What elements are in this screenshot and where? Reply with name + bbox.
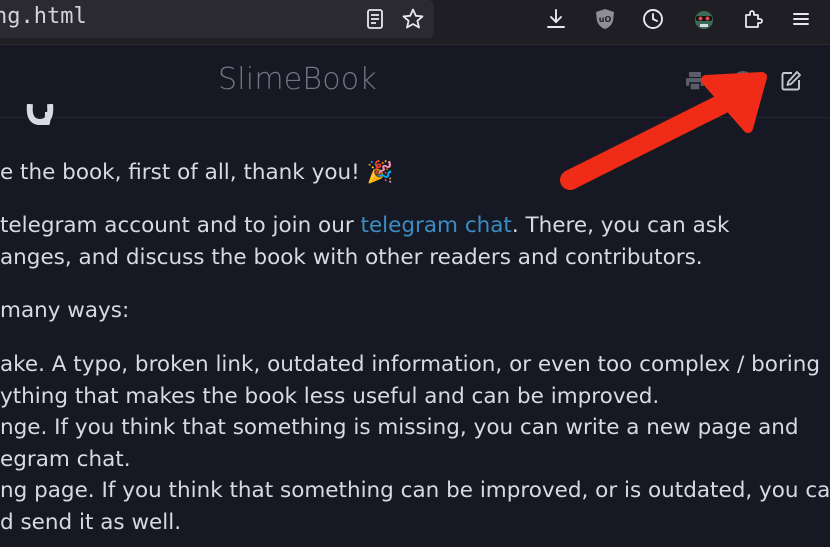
github-icon[interactable] bbox=[731, 69, 755, 93]
list-item-improve-cont: d send it as well. bbox=[0, 510, 182, 535]
list-item-mistake-cont: ything that makes the book less useful a… bbox=[0, 384, 660, 409]
reader-view-icon[interactable] bbox=[363, 7, 387, 31]
print-icon[interactable] bbox=[683, 69, 707, 93]
page-heading-fragment bbox=[0, 95, 80, 125]
text-fragment: . There, you can ask bbox=[511, 213, 730, 238]
extensions-puzzle-icon[interactable] bbox=[741, 7, 765, 31]
list-item-new-page: nge. If you think that something is miss… bbox=[0, 415, 799, 440]
book-title: SlimeBook bbox=[218, 62, 377, 97]
url-bar[interactable]: ng.html bbox=[0, 0, 434, 38]
paragraph-telegram: telegram account and to join our telegra… bbox=[0, 210, 729, 241]
list-item-new-page-cont: egram chat. bbox=[0, 447, 131, 472]
download-icon[interactable] bbox=[544, 7, 568, 31]
paragraph-ways: many ways: bbox=[0, 298, 130, 323]
list-item-improve: ng page. If you think that something can… bbox=[0, 478, 830, 503]
edit-icon[interactable] bbox=[779, 69, 803, 93]
history-clock-icon[interactable] bbox=[641, 7, 665, 31]
extension-avatar-icon[interactable] bbox=[692, 7, 716, 31]
telegram-chat-link[interactable]: telegram chat bbox=[361, 213, 512, 238]
ublock-icon[interactable]: uO bbox=[593, 7, 617, 31]
bookmark-star-icon[interactable] bbox=[401, 7, 425, 31]
browser-toolbar: ng.html uO bbox=[0, 0, 830, 45]
text-fragment: telegram account and to join our bbox=[0, 213, 361, 238]
menu-hamburger-icon[interactable] bbox=[789, 7, 813, 31]
list-item-mistake: ake. A typo, broken link, outdated infor… bbox=[0, 352, 821, 377]
url-text[interactable]: ng.html bbox=[0, 4, 87, 29]
svg-text:uO: uO bbox=[599, 15, 612, 24]
paragraph-thanks: e the book, first of all, thank you! 🎉 bbox=[0, 160, 394, 185]
paragraph-telegram-cont: anges, and discuss the book with other r… bbox=[0, 245, 703, 270]
